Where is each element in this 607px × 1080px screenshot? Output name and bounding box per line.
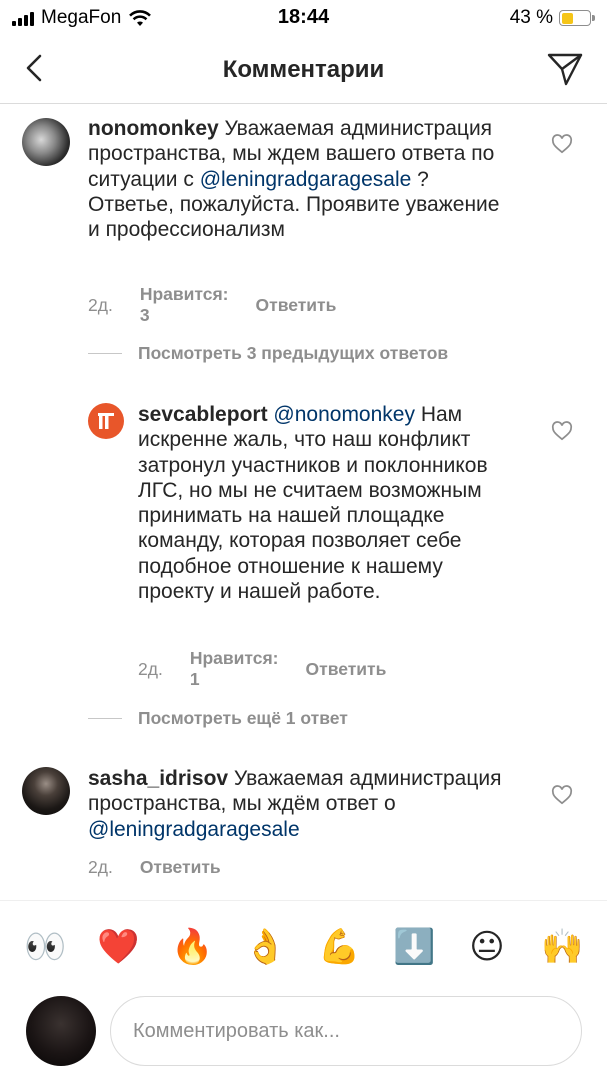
comment-input-placeholder: Комментировать как... <box>133 1019 340 1042</box>
comment-username[interactable]: sasha_idrisov <box>88 767 228 790</box>
raised-hands-emoji-button[interactable]: 🙌 <box>541 927 583 967</box>
sevcableport-logo-icon <box>98 413 114 429</box>
heart-icon[interactable] <box>551 134 573 154</box>
divider-line <box>88 718 122 719</box>
likes-button[interactable]: Нравится: 1 <box>190 648 279 690</box>
comment-username[interactable]: sevcableport <box>138 403 268 426</box>
comment-username[interactable]: nonomonkey <box>88 117 219 140</box>
ok-hand-emoji-button[interactable]: 👌 <box>244 927 286 967</box>
view-replies-label: Посмотреть ещё 1 ответ <box>138 708 348 728</box>
comment-body: nonomonkey Уважаемая администрация прост… <box>88 116 508 242</box>
view-more-replies-button[interactable]: Посмотреть ещё 1 ответ <box>88 708 348 729</box>
mention-link[interactable]: @leningradgaragesale <box>200 168 412 191</box>
comment-meta: 2д. Нравится: 3 Ответить <box>88 284 336 326</box>
heart-icon[interactable] <box>551 785 573 805</box>
likes-button[interactable]: Нравится: 3 <box>140 284 229 326</box>
battery-cap <box>592 15 595 21</box>
paper-plane-icon[interactable] <box>545 48 585 88</box>
reply-button[interactable]: Ответить <box>306 659 387 680</box>
page-title: Комментарии <box>222 56 385 83</box>
comment-time: 2д. <box>88 857 113 877</box>
comment-body: sevcableport @nonomonkey Нам искренне жа… <box>138 402 523 604</box>
divider-line <box>88 353 122 354</box>
heart-icon[interactable] <box>551 421 573 441</box>
fire-emoji-button[interactable]: 🔥 <box>171 927 213 967</box>
status-bar: MegaFon 18:44 43 % <box>0 0 607 36</box>
avatar[interactable] <box>22 118 70 166</box>
reply-button[interactable]: Ответить <box>140 857 221 878</box>
heart-emoji-button[interactable]: ❤️ <box>97 927 139 967</box>
reply-button[interactable]: Ответить <box>256 295 337 316</box>
current-user-avatar <box>26 996 96 1066</box>
eyes-emoji-button[interactable]: 👀 <box>24 927 66 967</box>
comment-time: 2д. <box>88 294 113 315</box>
mention-link[interactable]: @nonomonkey <box>273 403 415 426</box>
view-previous-replies-button[interactable]: Посмотреть 3 предыдущих ответов <box>88 343 448 364</box>
comment-meta: 2д. Нравится: 1 Ответить <box>138 648 386 690</box>
battery-level <box>561 12 574 24</box>
neutral-face-emoji-button[interactable]: 😐 <box>467 927 507 967</box>
status-bar-right: 43 % <box>510 7 595 29</box>
battery-percentage: 43 % <box>509 7 553 28</box>
comment-meta: 2д. Ответить <box>88 857 221 878</box>
mention-link[interactable]: @leningradgaragesale <box>88 818 300 841</box>
view-replies-label: Посмотреть 3 предыдущих ответов <box>138 343 449 363</box>
comment-text: Нам искренне жаль, что наш конфликт затр… <box>138 403 488 604</box>
comment-time: 2д. <box>138 658 163 679</box>
header: Комментарии <box>0 36 607 104</box>
comment-body: sasha_idrisov Уважаемая администрация пр… <box>88 766 508 842</box>
flexed-biceps-emoji-button[interactable]: 💪 <box>318 927 360 967</box>
comment-input[interactable]: Комментировать как... <box>110 996 582 1066</box>
down-arrow-emoji-button[interactable]: ⬇️ <box>393 927 435 967</box>
emoji-bar: 👀 ❤️ 🔥 👌 💪 ⬇️ 😐 🙌 <box>0 900 607 990</box>
battery-icon <box>559 10 591 26</box>
avatar[interactable] <box>88 403 124 439</box>
avatar[interactable] <box>22 767 70 815</box>
